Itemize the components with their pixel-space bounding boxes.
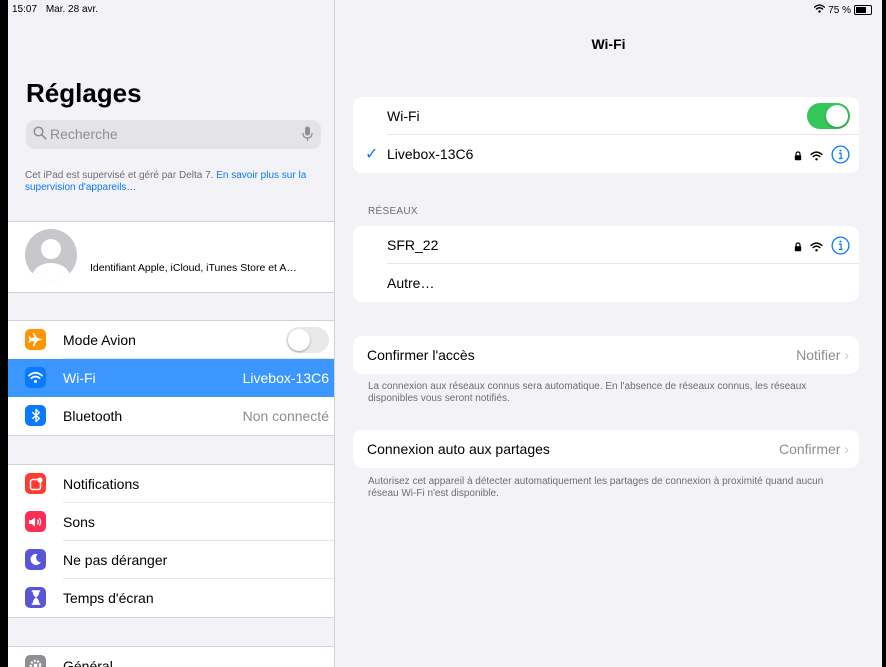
status-bar-right: 75 % [814, 4, 872, 16]
status-time: 15:07 [12, 4, 38, 15]
hotspot-footnote: Autorisez cet appareil à détecter automa… [368, 476, 824, 499]
page-title: Réglages [26, 78, 142, 108]
sidebar-item-label: Ne pas déranger [63, 552, 168, 568]
notifications-group: Notifications Sons Ne pas déranger Temps… [8, 464, 334, 618]
sidebar-item-wifi[interactable]: Wi-Fi Livebox-13C6 [8, 359, 334, 397]
sidebar-item-label: Wi-Fi [63, 370, 96, 386]
sidebar-item-value: Non connecté [242, 408, 329, 424]
connectivity-group: Mode Avion Wi-Fi Livebox-13C6 Bluetooth … [8, 320, 334, 436]
supervision-text: Cet iPad est supervisé et géré par Delta… [25, 170, 214, 181]
wifi-toggle-label: Wi-Fi [387, 108, 420, 124]
sidebar-item-label: Temps d'écran [63, 590, 154, 606]
wifi-toggle[interactable] [807, 103, 850, 129]
info-icon[interactable] [831, 145, 850, 169]
settings-sidebar: 15:07 Mar. 28 avr. Réglages Recherche Ce… [8, 0, 335, 667]
moon-icon [25, 549, 46, 570]
apple-id-row[interactable]: Identifiant Apple, iCloud, iTunes Store … [8, 221, 334, 293]
sidebar-item-label: Mode Avion [63, 332, 136, 348]
microphone-icon[interactable] [302, 126, 313, 147]
battery-icon [854, 5, 872, 15]
checkmark-icon: ✓ [365, 146, 379, 163]
search-icon [33, 126, 47, 145]
wifi-signal-icon [810, 148, 823, 166]
search-field[interactable]: Recherche [26, 120, 321, 149]
sidebar-item-do-not-disturb[interactable]: Ne pas déranger [8, 541, 334, 579]
wifi-card: Wi-Fi ✓ Livebox-13C6 [353, 97, 859, 173]
sidebar-item-value: Livebox-13C6 [242, 370, 329, 386]
wifi-icon [25, 367, 46, 388]
sidebar-item-general[interactable]: Général [8, 647, 334, 667]
wifi-toggle-row: Wi-Fi [353, 97, 859, 135]
airplane-mode-toggle[interactable] [286, 327, 329, 353]
general-group: Général [8, 646, 334, 667]
wifi-signal-icon [810, 239, 823, 257]
sidebar-item-label: Sons [63, 514, 95, 530]
sidebar-item-screen-time[interactable]: Temps d'écran [8, 579, 334, 617]
connected-network-row[interactable]: ✓ Livebox-13C6 [353, 135, 859, 173]
networks-card: SFR_22 Autre… [353, 226, 859, 302]
avatar [25, 229, 77, 281]
airplane-icon [25, 329, 46, 350]
other-network-row[interactable]: Autre… [353, 264, 859, 302]
sidebar-item-bluetooth[interactable]: Bluetooth Non connecté [8, 397, 334, 435]
hotspot-card: Connexion auto aux partages Confirmer › [353, 430, 859, 468]
connected-network-name: Livebox-13C6 [387, 146, 474, 162]
ask-join-footnote: La connexion aux réseaux connus sera aut… [368, 381, 807, 404]
status-bar-left: 15:07 Mar. 28 avr. [12, 4, 104, 15]
ipad-screen: 15:07 Mar. 28 avr. Réglages Recherche Ce… [8, 0, 882, 667]
sidebar-item-sounds[interactable]: Sons [8, 503, 334, 541]
network-name: SFR_22 [387, 237, 439, 253]
sidebar-item-label: Bluetooth [63, 408, 123, 424]
hotspot-label: Connexion auto aux partages [367, 441, 550, 457]
ask-join-card: Confirmer l'accès Notifier › [353, 336, 859, 374]
networks-header: RÉSEAUX [368, 206, 418, 217]
sidebar-item-label: Notifications [63, 476, 140, 492]
hourglass-icon [25, 587, 46, 608]
battery-percent: 75 % [828, 4, 851, 16]
apple-id-label: Identifiant Apple, iCloud, iTunes Store … [90, 262, 297, 274]
sidebar-item-notifications[interactable]: Notifications [8, 465, 334, 503]
network-row[interactable]: SFR_22 [353, 226, 859, 264]
ask-join-value: Notifier › [796, 347, 849, 363]
info-icon[interactable] [831, 236, 850, 260]
status-date: Mar. 28 avr. [45, 4, 99, 15]
search-placeholder: Recherche [50, 126, 118, 142]
hotspot-value: Confirmer › [778, 441, 849, 457]
gear-icon [25, 655, 46, 667]
sounds-icon [25, 511, 46, 532]
sidebar-item-label: Général [63, 658, 113, 667]
ask-join-label: Confirmer l'accès [367, 347, 475, 363]
lock-icon [794, 239, 802, 257]
sidebar-item-airplane-mode[interactable]: Mode Avion [8, 321, 334, 359]
wifi-detail-pane: 75 % Wi-Fi Wi-Fi ✓ Livebox-13C6 RÉSEAUX … [335, 0, 882, 667]
hotspot-row[interactable]: Connexion auto aux partages Confirmer › [353, 430, 859, 468]
supervision-note: Cet iPad est supervisé et géré par Delta… [25, 170, 325, 194]
notifications-icon [25, 473, 46, 494]
nav-title: Wi-Fi [591, 36, 626, 52]
ask-join-row[interactable]: Confirmer l'accès Notifier › [353, 336, 859, 374]
other-network-label: Autre… [387, 275, 435, 291]
lock-icon [794, 148, 802, 166]
bluetooth-icon [25, 405, 46, 426]
status-wifi-icon [814, 4, 826, 16]
